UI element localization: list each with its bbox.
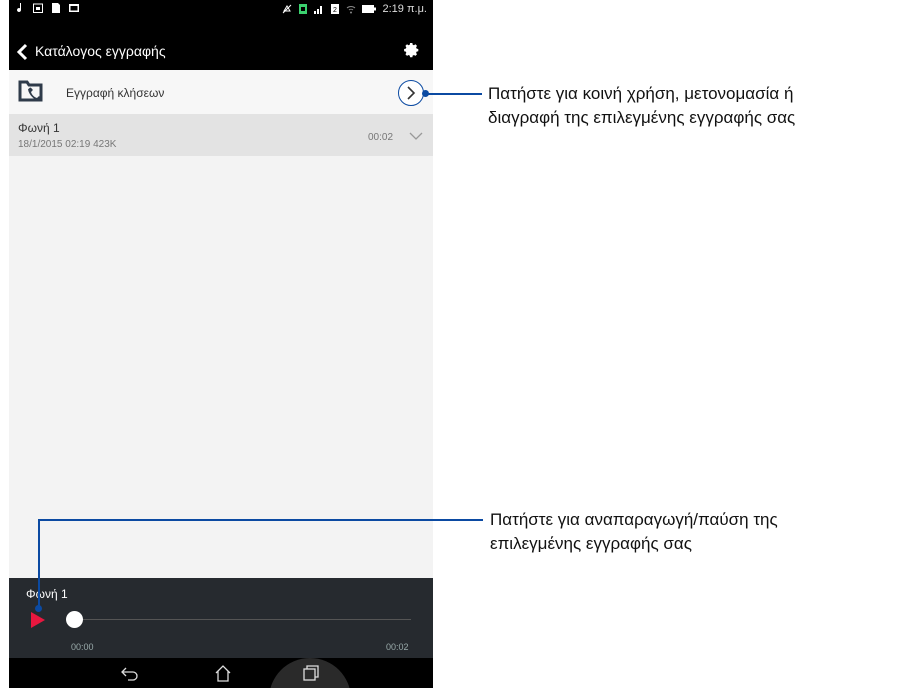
page-title: Κατάλογος εγγραφής [35, 43, 166, 59]
sim2-icon: 2 [331, 4, 340, 14]
wifi-icon [347, 6, 356, 14]
callout-share-dot [422, 90, 429, 97]
chevron-right-icon [407, 86, 416, 100]
seek-bar-track[interactable] [75, 619, 411, 620]
seek-bar-thumb[interactable] [66, 611, 83, 628]
mute-icon [283, 4, 292, 14]
callout-play-vertical [38, 519, 40, 608]
home-icon[interactable] [213, 663, 233, 683]
navigation-bar [9, 658, 433, 688]
recording-duration: 00:02 [368, 132, 394, 143]
callout-play-line2: επιλεγμένης εγγραφής σας [490, 534, 692, 553]
callout-share-line2: διαγραφή της επιλεγμένης εγγραφής σας [488, 108, 796, 127]
callout-share-line1: Πατήστε για κοινή χρήση, μετονομασία ή [488, 84, 794, 103]
callout-play-horizontal [38, 519, 483, 521]
folder-label: Εγγραφή κλήσεων [66, 86, 165, 100]
gear-icon[interactable] [403, 42, 421, 60]
callout-play-text: Πατήστε για αναπαραγωγή/παύση της επιλεγ… [490, 508, 778, 556]
call-recording-folder-row[interactable]: Εγγραφή κλήσεων [9, 70, 433, 115]
back-icon[interactable] [120, 663, 140, 683]
callout-share-text: Πατήστε για κοινή χρήση, μετονομασία ή δ… [488, 82, 795, 130]
player-time-start: 00:00 [71, 642, 94, 652]
image-icon [69, 4, 79, 12]
back-arrow-icon[interactable] [15, 42, 31, 62]
callout-play-line1: Πατήστε για αναπαραγωγή/παύση της [490, 510, 778, 529]
player-time-end: 00:02 [386, 642, 409, 652]
battery-icon [362, 5, 377, 13]
recording-name: Φωνή 1 [18, 121, 60, 135]
signal-icon [314, 6, 323, 14]
play-icon[interactable] [31, 612, 45, 628]
sd-card-icon [52, 3, 60, 13]
svg-text:2: 2 [333, 7, 337, 14]
status-time: 2:19 π.μ. [382, 3, 427, 15]
app-bar: Κατάλογος εγγραφής [9, 34, 433, 70]
audio-player: Φωνή 1 00:00 00:02 [9, 578, 433, 658]
chevron-down-icon[interactable] [409, 132, 423, 140]
recent-apps-icon[interactable] [301, 663, 321, 683]
more-options-button[interactable] [398, 80, 424, 106]
callout-play-dot [35, 605, 42, 612]
calendar-icon [33, 3, 43, 13]
folder-phone-icon [18, 80, 43, 102]
sim-icon [299, 4, 308, 14]
status-bar: 2 2:19 π.μ. [9, 0, 433, 34]
music-note-icon [17, 3, 22, 13]
recording-list-item[interactable]: Φωνή 1 18/1/2015 02:19 423K 00:02 [9, 114, 433, 156]
player-track-name: Φωνή 1 [26, 587, 68, 601]
callout-share-line [424, 93, 482, 95]
recording-meta: 18/1/2015 02:19 423K [18, 139, 117, 150]
phone-screen: 2 2:19 π.μ. Κατάλογος εγγραφής Εγγραφή κ… [9, 0, 433, 688]
